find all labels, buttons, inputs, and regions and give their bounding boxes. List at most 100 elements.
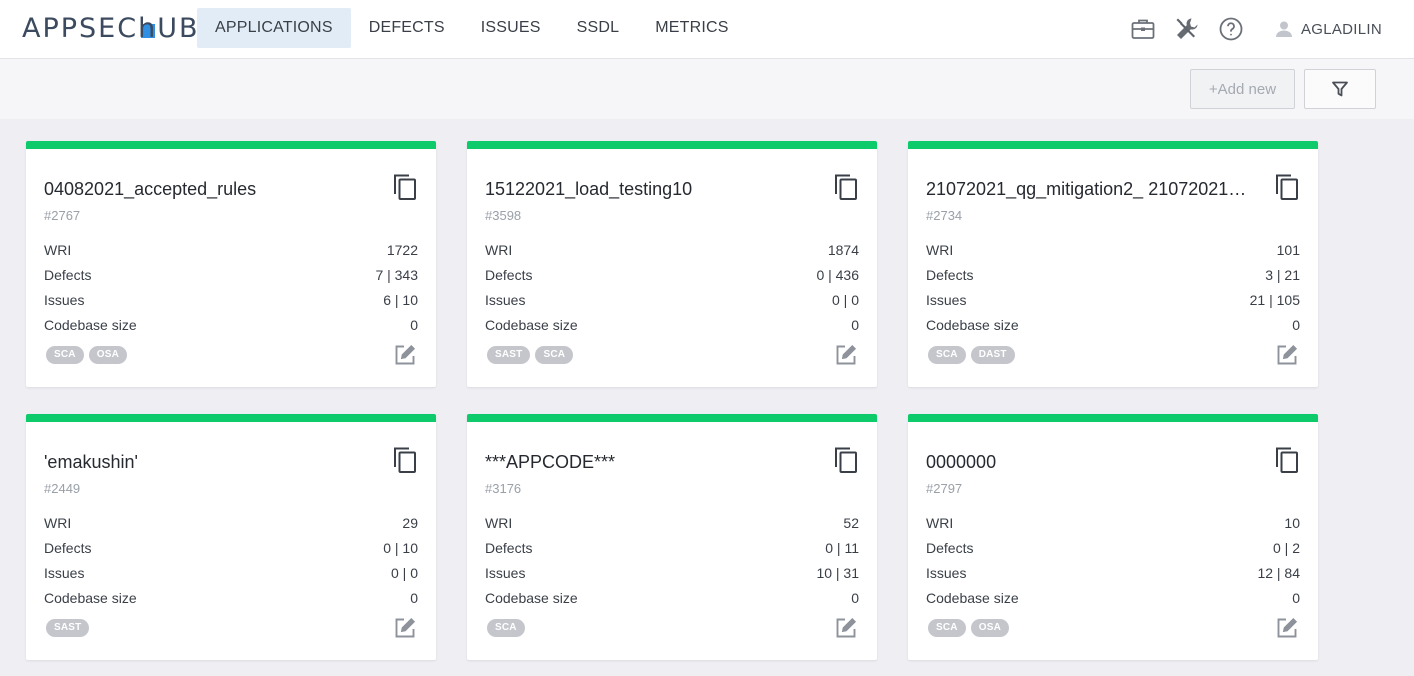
metric-value-codebase: 0	[410, 590, 418, 606]
card-id: #3598	[485, 208, 522, 223]
card-tag: SCA	[46, 346, 84, 364]
metric-label-wri: WRI	[926, 515, 954, 531]
logo-text-right: UB	[157, 12, 200, 44]
metric-label-codebase: Codebase size	[485, 317, 578, 333]
metric-label-codebase: Codebase size	[44, 590, 137, 606]
copy-icon[interactable]	[833, 173, 859, 201]
user-icon	[1275, 21, 1292, 37]
metric-row-issues: Issues 10 | 31	[485, 561, 859, 586]
metric-value-defects: 7 | 343	[375, 267, 418, 283]
add-new-button[interactable]: +Add new	[1190, 69, 1295, 109]
card-title[interactable]: 'emakushin'	[44, 452, 374, 473]
edit-icon[interactable]	[1276, 617, 1298, 639]
application-card[interactable]: 21072021_qg_mitigation2_ 21072021_qg_mit…	[908, 141, 1318, 387]
card-tags: SCA	[487, 619, 530, 637]
metric-row-defects: Defects 3 | 21	[926, 263, 1300, 288]
application-card[interactable]: 'emakushin' #2449 WRI 29 Defects 0 | 10 …	[26, 414, 436, 660]
appsechub-logo[interactable]: APPSEC h UB	[22, 12, 200, 44]
metric-row-wri: WRI 101	[926, 238, 1300, 263]
briefcase-icon[interactable]	[1131, 17, 1155, 41]
edit-icon[interactable]	[835, 344, 857, 366]
card-tags: SCA DAST	[928, 346, 1020, 364]
nav-metrics[interactable]: METRICS	[637, 8, 746, 48]
edit-icon[interactable]	[835, 617, 857, 639]
application-card[interactable]: 15122021_load_testing10 #3598 WRI 1874 D…	[467, 141, 877, 387]
metric-label-wri: WRI	[485, 515, 513, 531]
card-tag: SAST	[487, 346, 531, 364]
card-title[interactable]: ***APPCODE***	[485, 452, 815, 473]
metric-value-issues: 12 | 84	[1257, 565, 1300, 581]
metric-value-wri: 29	[402, 515, 418, 531]
metric-value-issues: 10 | 31	[816, 565, 859, 581]
metric-row-wri: WRI 52	[485, 511, 859, 536]
card-title[interactable]: 15122021_load_testing10	[485, 179, 815, 200]
metric-label-issues: Issues	[485, 565, 526, 581]
metric-value-issues: 6 | 10	[383, 292, 418, 308]
card-title[interactable]: 0000000	[926, 452, 1256, 473]
nav-defects[interactable]: DEFECTS	[351, 8, 463, 48]
card-id: #3176	[485, 481, 522, 496]
metric-row-issues: Issues 0 | 0	[485, 288, 859, 313]
card-metrics: WRI 52 Defects 0 | 11 Issues 10 | 31 Cod…	[485, 511, 859, 611]
nav-issues[interactable]: ISSUES	[463, 8, 559, 48]
application-card[interactable]: ***APPCODE*** #3176 WRI 52 Defects 0 | 1…	[467, 414, 877, 660]
metric-label-issues: Issues	[485, 292, 526, 308]
copy-icon[interactable]	[833, 446, 859, 474]
metric-label-codebase: Codebase size	[44, 317, 137, 333]
help-icon[interactable]	[1219, 17, 1243, 41]
card-tag: SAST	[46, 619, 90, 637]
card-tag: SCA	[487, 619, 525, 637]
metric-row-wri: WRI 1874	[485, 238, 859, 263]
edit-icon[interactable]	[1276, 344, 1298, 366]
card-title[interactable]: 04082021_accepted_rules	[44, 179, 374, 200]
top-header: APPSEC h UB APPLICATIONS DEFECTS ISSUES …	[0, 0, 1414, 59]
metric-value-wri: 101	[1276, 242, 1300, 258]
edit-icon[interactable]	[394, 344, 416, 366]
user-menu[interactable]: AGLADILIN	[1275, 20, 1382, 38]
copy-icon[interactable]	[392, 446, 418, 474]
copy-icon[interactable]	[1274, 173, 1300, 201]
tools-icon[interactable]	[1175, 17, 1199, 41]
filter-button[interactable]	[1304, 69, 1376, 109]
metric-row-codebase: Codebase size 0	[485, 586, 859, 611]
card-tags: SCA OSA	[46, 346, 132, 364]
card-tags: SAST	[46, 619, 94, 637]
header-actions: AGLADILIN	[1121, 0, 1414, 58]
logo-text-left: APPSEC	[22, 12, 139, 44]
card-metrics: WRI 10 Defects 0 | 2 Issues 12 | 84 Code…	[926, 511, 1300, 611]
metric-label-issues: Issues	[926, 565, 967, 581]
metric-value-wri: 1874	[827, 242, 859, 258]
metric-value-codebase: 0	[851, 590, 859, 606]
metric-label-defects: Defects	[44, 267, 92, 283]
filter-icon	[1332, 81, 1348, 97]
metric-row-defects: Defects 7 | 343	[44, 263, 418, 288]
nav-ssdl[interactable]: SSDL	[559, 8, 638, 48]
card-title[interactable]: 21072021_qg_mitigation2_ 21072021_qg_mit…	[926, 179, 1256, 200]
metric-row-defects: Defects 0 | 11	[485, 536, 859, 561]
user-name: AGLADILIN	[1300, 20, 1382, 38]
page-toolbar: +Add new	[0, 59, 1414, 119]
main-nav: APPLICATIONS DEFECTS ISSUES SSDL METRICS	[197, 8, 747, 48]
metric-label-wri: WRI	[44, 242, 72, 258]
metric-row-issues: Issues 6 | 10	[44, 288, 418, 313]
metric-label-issues: Issues	[44, 565, 85, 581]
metric-label-defects: Defects	[485, 267, 533, 283]
metric-value-defects: 0 | 10	[383, 540, 418, 556]
metric-label-issues: Issues	[44, 292, 85, 308]
metric-value-defects: 0 | 11	[825, 540, 859, 556]
copy-icon[interactable]	[392, 173, 418, 201]
application-card[interactable]: 0000000 #2797 WRI 10 Defects 0 | 2 Issue…	[908, 414, 1318, 660]
metric-value-defects: 0 | 436	[816, 267, 859, 283]
metric-value-codebase: 0	[1292, 590, 1300, 606]
card-tag: OSA	[970, 619, 1009, 637]
metric-value-issues: 21 | 105	[1249, 292, 1300, 308]
metric-row-codebase: Codebase size 0	[485, 313, 859, 338]
logo-h-box: h	[138, 13, 157, 44]
nav-applications[interactable]: APPLICATIONS	[197, 8, 351, 48]
application-card[interactable]: 04082021_accepted_rules #2767 WRI 1722 D…	[26, 141, 436, 387]
metric-row-wri: WRI 29	[44, 511, 418, 536]
copy-icon[interactable]	[1274, 446, 1300, 474]
card-id: #2797	[926, 481, 963, 496]
edit-icon[interactable]	[394, 617, 416, 639]
card-tag: SCA	[928, 346, 966, 364]
